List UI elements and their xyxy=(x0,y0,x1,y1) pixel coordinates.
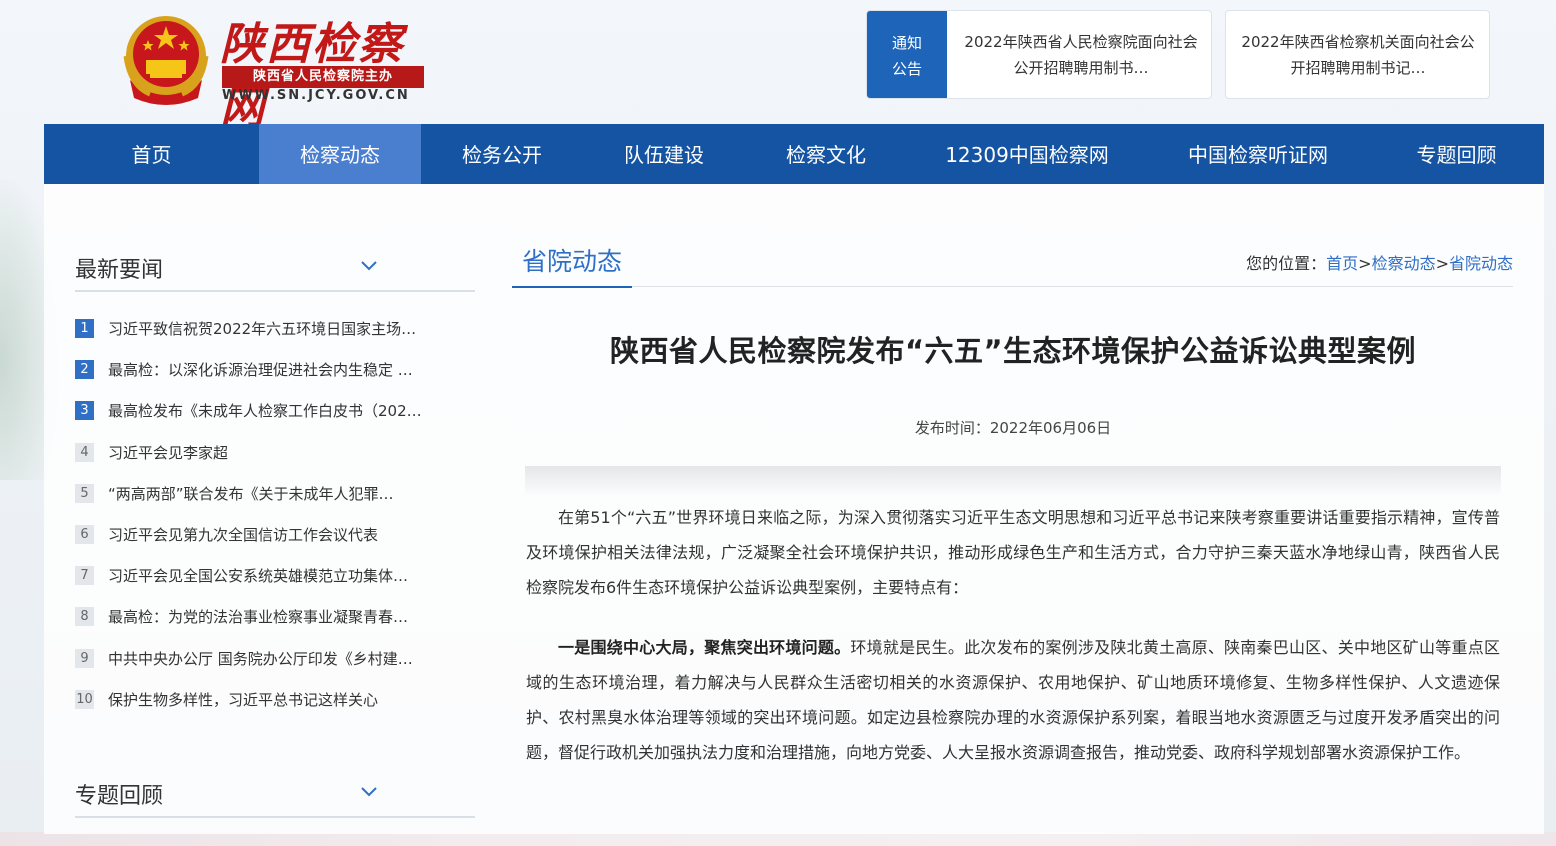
paragraph-lead: 一是围绕中心大局，聚焦突出环境问题。 xyxy=(558,638,851,657)
breadcrumb: 您的位置：首页>检察动态>省院动态 xyxy=(1246,250,1513,274)
title-divider xyxy=(525,466,1501,496)
article-paragraph: 在第51个“六五”世界环境日来临之际，为深入贯彻落实习近平生态文明思想和习近平总… xyxy=(526,508,1500,597)
news-link[interactable]: 中共中央办公厅 国务院办公厅印发《乡村建… xyxy=(108,648,448,669)
rank-badge: 9 xyxy=(75,648,94,668)
notice-tag-line2: 公告 xyxy=(891,59,922,78)
site-header: 陕西检察网 陕西省人民检察院主办 WWW.SN.JCY.GOV.CN 通知 公告… xyxy=(0,0,1556,134)
publish-time: 发布时间：2022年06月06日 xyxy=(914,419,1112,437)
latest-news-title: 最新要闻 xyxy=(75,258,164,283)
article-paragraph: 一是围绕中心大局，聚焦突出环境问题。环境就是民生。此次发布的案例涉及陕北黄土高原… xyxy=(526,630,1500,770)
site-logo[interactable]: 陕西检察网 陕西省人民检察院主办 WWW.SN.JCY.GOV.CN xyxy=(120,6,430,134)
news-link[interactable]: 最高检：为党的法治事业检察事业凝聚青春… xyxy=(108,606,448,627)
national-emblem-icon xyxy=(123,16,209,105)
breadcrumb-provincial-news[interactable]: 省院动态 xyxy=(1449,254,1513,273)
list-item[interactable]: 10 保护生物多样性，习近平总书记这样关心 xyxy=(75,679,475,720)
breadcrumb-label: 您的位置： xyxy=(1246,254,1327,273)
list-item[interactable]: 3 最高检发布《未成年人检察工作白皮书（202… xyxy=(75,390,475,431)
list-item[interactable]: 8 最高检：为党的法治事业检察事业凝聚青春… xyxy=(75,596,475,637)
notice-link-2[interactable]: 2022年陕西省检察机关面向社会公开招聘聘用制书记… xyxy=(1240,29,1476,81)
news-link[interactable]: 习近平会见第九次全国信访工作会议代表 xyxy=(108,524,448,545)
news-link[interactable]: 最高检：以深化诉源治理促进社会内生稳定 … xyxy=(108,359,448,380)
nav-item-12309[interactable]: 12309中国检察网 xyxy=(907,124,1147,184)
list-item[interactable]: 7 习近平会见全国公安系统英雄模范立功集体… xyxy=(75,555,475,596)
breadcrumb-procuratorial-news[interactable]: 检察动态 xyxy=(1372,254,1436,273)
news-link[interactable]: 习近平会见全国公安系统英雄模范立功集体… xyxy=(108,565,448,586)
breadcrumb-home[interactable]: 首页 xyxy=(1326,254,1358,273)
list-item[interactable]: 9 中共中央办公厅 国务院办公厅印发《乡村建… xyxy=(75,638,475,679)
section-divider xyxy=(632,286,1513,287)
rank-badge: 3 xyxy=(75,401,94,421)
breadcrumb-separator: > xyxy=(1358,254,1372,273)
notice-tag-line1: 通知 xyxy=(891,33,922,52)
rank-badge: 6 xyxy=(75,525,94,545)
breadcrumb-separator: > xyxy=(1435,254,1449,273)
nav-item-affairs-public[interactable]: 检务公开 xyxy=(421,124,583,184)
list-item[interactable]: 5 “两高两部”联合发布《关于未成年人犯罪… xyxy=(75,473,475,514)
latest-news-header[interactable]: 最新要闻 xyxy=(75,244,475,292)
rank-badge: 5 xyxy=(75,483,94,503)
nav-item-team-building[interactable]: 队伍建设 xyxy=(583,124,745,184)
rank-badge: 1 xyxy=(75,319,94,339)
nav-item-home[interactable]: 首页 xyxy=(44,124,259,184)
notice-card[interactable]: 通知 公告 2022年陕西省人民检察院面向社会公开招聘聘用制书… xyxy=(866,10,1212,99)
rank-badge: 2 xyxy=(75,360,94,380)
list-item[interactable]: 1 习近平致信祝贺2022年六五环境日国家主场… xyxy=(75,308,475,349)
list-item[interactable]: 6 习近平会见第九次全国信访工作会议代表 xyxy=(75,514,475,555)
chevron-down-icon[interactable] xyxy=(359,258,379,272)
article-title: 陕西省人民检察院发布“六五”生态环境保护公益诉讼典型案例 xyxy=(609,334,1417,368)
logo-subtitle: 陕西省人民检察院主办 xyxy=(222,66,424,88)
article-body: 在第51个“六五”世界环境日来临之际，为深入贯彻落实习近平生态文明思想和习近平总… xyxy=(526,500,1500,795)
news-link[interactable]: 习近平会见李家超 xyxy=(108,442,448,463)
chevron-down-icon[interactable] xyxy=(359,784,379,798)
list-item[interactable]: 2 最高检：以深化诉源治理促进社会内生稳定 … xyxy=(75,349,475,390)
logo-url: WWW.SN.JCY.GOV.CN xyxy=(222,88,410,103)
rank-badge: 8 xyxy=(75,607,94,627)
news-link[interactable]: 保护生物多样性，习近平总书记这样关心 xyxy=(108,689,448,710)
list-item[interactable]: 4 习近平会见李家超 xyxy=(75,432,475,473)
background-footer-strip xyxy=(0,832,1556,846)
topics-header[interactable]: 专题回顾 xyxy=(75,770,475,818)
latest-news-list: 1 习近平致信祝贺2022年六五环境日国家主场… 2 最高检：以深化诉源治理促进社会… xyxy=(75,308,475,720)
news-link[interactable]: 最高检发布《未成年人检察工作白皮书（202… xyxy=(108,400,448,421)
notice-card-2[interactable]: 2022年陕西省检察机关面向社会公开招聘聘用制书记… xyxy=(1225,10,1490,99)
rank-badge: 7 xyxy=(75,566,94,586)
news-link[interactable]: 习近平致信祝贺2022年六五环境日国家主场… xyxy=(108,318,448,339)
nav-item-hearing[interactable]: 中国检察听证网 xyxy=(1147,124,1369,184)
main-nav: 首页 检察动态 检务公开 队伍建设 检察文化 12309中国检察网 中国检察听证… xyxy=(44,124,1544,184)
nav-item-topics[interactable]: 专题回顾 xyxy=(1369,124,1544,184)
topics-title: 专题回顾 xyxy=(75,784,164,809)
notice-tag: 通知 公告 xyxy=(867,11,947,98)
rank-badge: 4 xyxy=(75,442,94,462)
notice-link-1[interactable]: 2022年陕西省人民检察院面向社会公开招聘聘用制书… xyxy=(963,29,1199,81)
rank-badge: 10 xyxy=(75,689,94,709)
section-title: 省院动态 xyxy=(512,234,632,288)
nav-item-procuratorial-news[interactable]: 检察动态 xyxy=(259,124,421,184)
nav-item-culture[interactable]: 检察文化 xyxy=(745,124,907,184)
news-link[interactable]: “两高两部”联合发布《关于未成年人犯罪… xyxy=(108,483,448,504)
